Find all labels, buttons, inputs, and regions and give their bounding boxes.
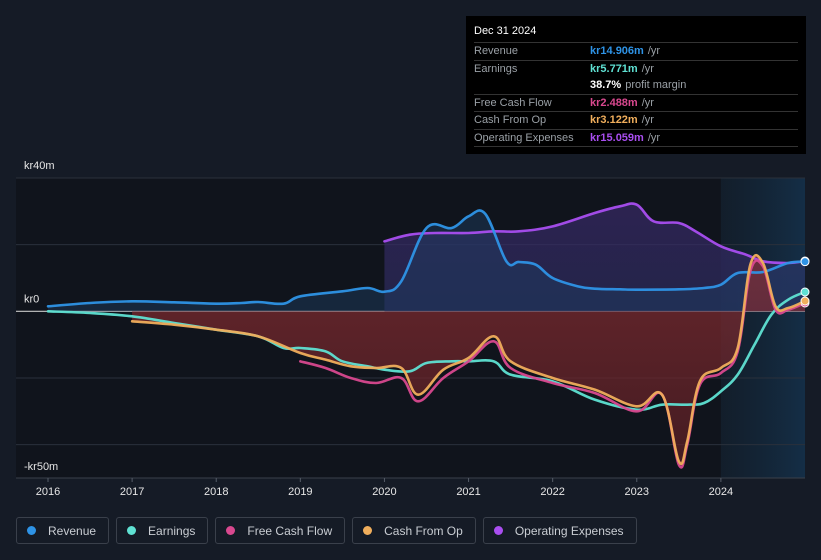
tooltip-value: 38.7% [590, 79, 622, 91]
tooltip-label: Operating Expenses [474, 131, 574, 144]
x-tick-label: 2016 [36, 486, 60, 498]
tooltip-row: Cash From Op kr3.122m/yr [474, 112, 798, 130]
tooltip-unit: /yr [641, 114, 654, 126]
tooltip-row: Earnings kr5.771m/yr [474, 61, 798, 78]
x-tick-label: 2019 [288, 486, 312, 498]
legend-item-free-cash-flow[interactable]: Free Cash Flow [215, 517, 346, 544]
legend-item-operating-expenses[interactable]: Operating Expenses [482, 517, 637, 544]
tooltip-value: kr5.771m [590, 62, 638, 75]
x-tick-label: 2023 [625, 486, 649, 498]
end-point-earnings [800, 287, 810, 297]
legend-dot-icon [363, 526, 373, 535]
tooltip-value: kr14.906m [590, 45, 644, 57]
tooltip: Dec 31 2024 Revenue kr14.906m/yr Earnings k… [466, 16, 806, 154]
legend-label: Free Cash Flow [247, 523, 333, 538]
y-tick-label: -kr50m [24, 461, 58, 473]
x-tick-label: 2021 [456, 486, 480, 498]
legend-item-cash-from-op[interactable]: Cash From Op [352, 517, 476, 544]
x-tick-label: 2017 [120, 486, 144, 498]
legend-dot-icon [27, 526, 36, 535]
legend-item-revenue[interactable]: Revenue [16, 517, 110, 544]
tooltip-unit: /yr [641, 96, 654, 109]
legend-label: Revenue [48, 523, 97, 538]
x-tick-label: 2022 [540, 486, 564, 498]
tooltip-unit: /yr [641, 62, 654, 75]
tooltip-row: Operating Expenses kr15.059m/yr [474, 130, 798, 147]
tooltip-label [474, 77, 590, 94]
tooltip-unit: /yr [647, 131, 661, 144]
legend-dot-icon [127, 526, 137, 535]
legend: Revenue Earnings Free Cash Flow Cash From O… [16, 517, 637, 544]
tooltip-date: Dec 31 2024 [474, 24, 798, 43]
legend-item-earnings[interactable]: Earnings [116, 517, 209, 544]
tooltip-label: Revenue [474, 45, 519, 57]
x-tick-label: 2018 [204, 486, 228, 498]
legend-dot-icon [493, 526, 503, 535]
tooltip-value: kr2.488m [590, 96, 638, 109]
tooltip-unit: /yr [647, 45, 661, 57]
tooltip-unit: profit margin [625, 79, 687, 91]
legend-dot-icon [226, 526, 236, 535]
legend-label: Cash From Op [384, 523, 463, 538]
tooltip-row: Revenue kr14.906m/yr [474, 43, 798, 61]
tooltip-label: Cash From Op [474, 114, 547, 126]
end-point-cash-from-op [800, 296, 810, 306]
legend-label: Operating Expenses [514, 523, 624, 538]
tooltip-row: Free Cash Flow kr2.488m/yr [474, 95, 798, 112]
x-tick-label: 2020 [372, 486, 396, 498]
tooltip-value: kr3.122m [590, 114, 638, 126]
legend-label: Earnings [148, 523, 196, 538]
tooltip-row: 38.7% profit margin [474, 77, 798, 95]
y-tick-label: kr0 [24, 293, 39, 305]
y-tick-label: kr40m [24, 160, 55, 172]
tooltip-value: kr15.059m [590, 131, 644, 144]
tooltip-label: Earnings [474, 62, 518, 75]
x-tick-label: 2024 [709, 486, 733, 498]
end-point-revenue [800, 257, 810, 267]
tooltip-label: Free Cash Flow [474, 96, 552, 109]
